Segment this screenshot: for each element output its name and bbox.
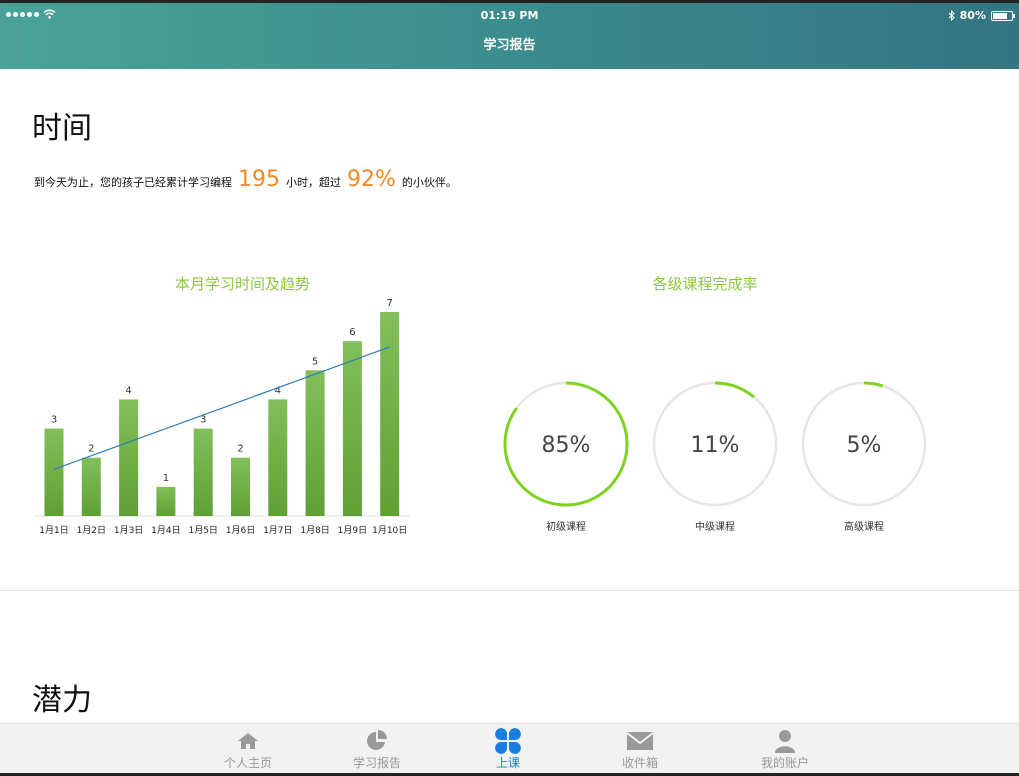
ring-svg: 5% <box>801 381 927 507</box>
ring-svg: 85% <box>503 381 629 507</box>
tab-class-label: 上课 <box>495 756 520 770</box>
bar-9 <box>342 341 362 516</box>
ring-percent-label: 85% <box>542 433 591 458</box>
bar-value-label: 2 <box>88 444 94 455</box>
x-tick-label: 1月9日 <box>338 525 367 536</box>
home-icon <box>208 728 288 754</box>
time-section-title: 时间 <box>32 111 92 146</box>
total-hours: 195 <box>238 167 280 192</box>
bar-value-label: 4 <box>125 385 131 396</box>
bar-chart-svg: 31月1日21月2日41月3日11月4日31月5日21月6日41月7日51月8日… <box>34 298 410 536</box>
summary-suffix: 的小伙伴。 <box>401 176 457 189</box>
summary-mid: 小时，超过 <box>286 176 341 189</box>
app-screen: 01:19 PM 80% 学习报告 时间 到今天为止，您的孩子已经累计学习编程 … <box>0 3 1019 773</box>
bar-1 <box>44 428 64 516</box>
x-tick-label: 1月1日 <box>39 525 68 536</box>
user-icon <box>745 728 825 754</box>
potential-section-title: 潜力 <box>32 683 92 718</box>
bar-8 <box>305 370 325 516</box>
bar-value-label: 3 <box>51 415 57 426</box>
bar-value-label: 6 <box>349 327 355 338</box>
tab-inbox-label: 收件箱 <box>621 756 658 770</box>
tab-report-label: 学习报告 <box>352 756 401 770</box>
trend-line <box>53 346 390 470</box>
pie-chart-icon <box>337 728 417 754</box>
completion-ring-1: 85% 初级课程 <box>502 380 630 533</box>
x-tick-label: 1月6日 <box>226 525 255 536</box>
ring-svg: 11% <box>652 381 778 507</box>
tab-inbox[interactable]: 收件箱 <box>600 728 680 771</box>
bar-3 <box>119 399 139 516</box>
x-tick-label: 1月8日 <box>300 525 329 536</box>
bar-4 <box>156 486 176 516</box>
completion-ring-3: 5% 高级课程 <box>800 380 928 533</box>
x-tick-label: 1月2日 <box>77 525 106 536</box>
x-tick-label: 1月10日 <box>372 525 407 536</box>
page-title: 学习报告 <box>483 38 536 53</box>
ring-category-label: 中级课程 <box>695 522 735 533</box>
tab-bar: 个人主页 学习报告 上课 收件箱 我的账户 <box>0 723 1019 773</box>
x-tick-label: 1月4日 <box>151 525 180 536</box>
mail-icon <box>600 728 680 754</box>
ring-category-label: 初级课程 <box>546 522 586 533</box>
header: 01:19 PM 80% 学习报告 <box>0 3 1019 69</box>
ring-category-label: 高级课程 <box>844 522 884 533</box>
tab-account[interactable]: 我的账户 <box>745 728 825 771</box>
bar-7 <box>268 399 288 516</box>
bar-6 <box>231 457 250 516</box>
bar-10 <box>380 312 400 516</box>
x-tick-label: 1月7日 <box>263 525 292 536</box>
study-summary: 到今天为止，您的孩子已经累计学习编程 195 小时，超过 92% 的小伙伴。 <box>34 167 457 192</box>
section-divider <box>0 590 1019 591</box>
status-right: 80% <box>948 9 1015 22</box>
x-tick-label: 1月3日 <box>114 525 143 536</box>
summary-prefix: 到今天为止，您的孩子已经累计学习编程 <box>34 176 232 189</box>
bar-value-label: 5 <box>312 356 318 367</box>
battery-percent: 80% <box>959 9 986 22</box>
exceed-percent: 92% <box>347 167 396 192</box>
bar-value-label: 1 <box>163 473 169 484</box>
completion-chart-title: 各级课程完成率 <box>652 275 758 293</box>
bar-value-label: 7 <box>387 298 393 309</box>
status-time: 01:19 PM <box>480 9 539 22</box>
battery-icon <box>991 10 1015 21</box>
bar-5 <box>193 428 213 516</box>
ring-percent-label: 5% <box>847 433 882 458</box>
study-time-bar-chart: 3 1月1日 2 1月2日 4 1月3日 1 1月4日 3 1月5日 2 1月6日 4 1月7日 5 1月8日… <box>30 289 420 539</box>
tab-class[interactable]: 上课 <box>468 728 548 771</box>
tab-home[interactable]: 个人主页 <box>208 728 288 771</box>
bar-2 <box>81 457 101 516</box>
ring-percent-label: 11% <box>691 433 740 458</box>
bar-value-label: 2 <box>237 444 243 455</box>
tab-report[interactable]: 学习报告 <box>337 728 417 771</box>
x-tick-label: 1月5日 <box>188 525 217 536</box>
tab-account-label: 我的账户 <box>760 756 809 770</box>
tab-home-label: 个人主页 <box>223 756 272 770</box>
clover-icon <box>468 728 548 754</box>
completion-ring-2: 11% 中级课程 <box>651 380 779 533</box>
bluetooth-icon <box>948 10 955 21</box>
